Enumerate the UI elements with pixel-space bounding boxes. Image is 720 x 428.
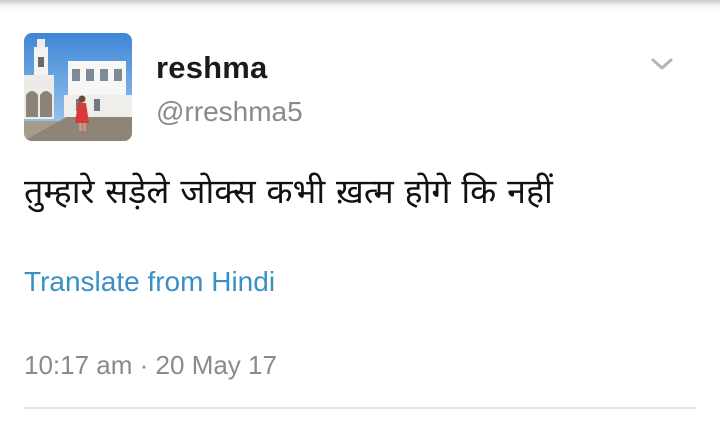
tweet-date: 20 May 17 <box>155 350 277 380</box>
profile-photo-icon <box>24 33 132 141</box>
divider <box>24 407 696 409</box>
author-handle[interactable]: @rreshma5 <box>156 96 303 128</box>
chevron-down-icon[interactable] <box>648 54 676 74</box>
author-display-name[interactable]: reshma <box>156 50 268 86</box>
tweet-text: तुम्हारे सड़ेले जोक्स कभी ख़त्म होगे कि … <box>24 172 553 212</box>
meta-separator: · <box>139 350 149 380</box>
tweet-timestamp: 10:17 am · 20 May 17 <box>24 350 277 381</box>
avatar[interactable] <box>24 33 132 141</box>
tweet-time: 10:17 am <box>24 350 133 380</box>
top-edge-shadow <box>0 0 720 10</box>
translate-link[interactable]: Translate from Hindi <box>24 266 275 298</box>
